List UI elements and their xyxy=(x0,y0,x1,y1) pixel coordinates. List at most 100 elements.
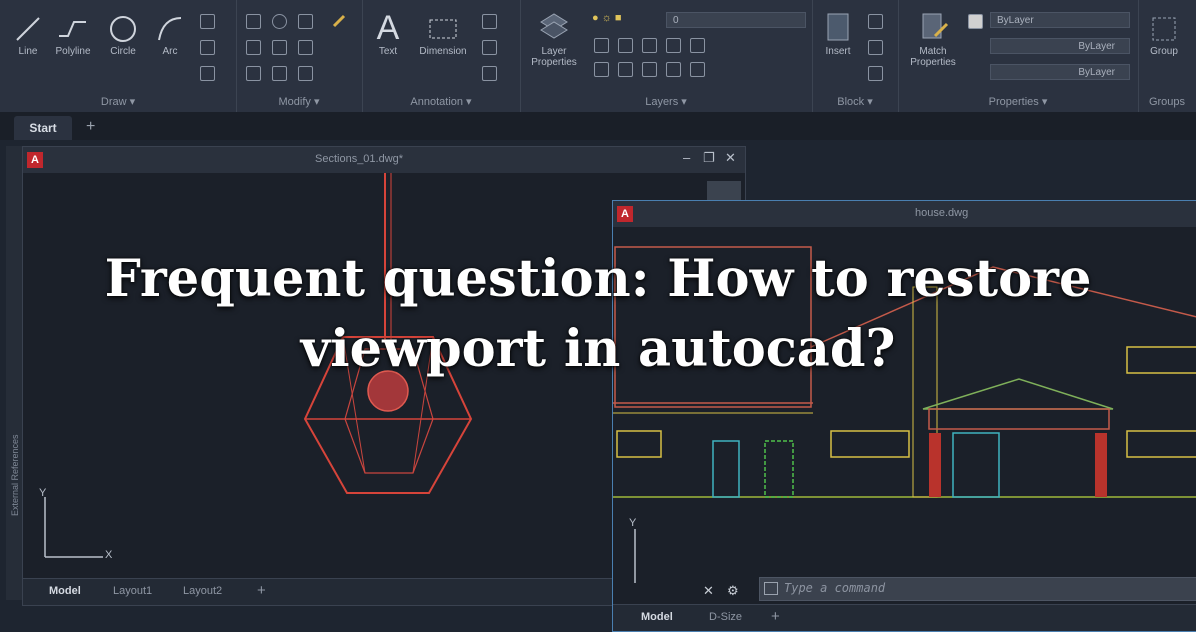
group-icon xyxy=(1152,17,1176,41)
scale-icon[interactable] xyxy=(272,66,287,81)
block-panel: Insert Block ▾ xyxy=(812,0,899,112)
match-properties-tool[interactable]: Match Properties xyxy=(902,10,964,68)
add-layout-button-2[interactable]: + xyxy=(771,608,780,625)
layer-properties-label: Layer Properties xyxy=(531,46,577,68)
insert-tool[interactable]: Insert xyxy=(816,10,860,57)
markup-icon[interactable] xyxy=(482,66,497,81)
move-icon[interactable] xyxy=(246,14,261,29)
hatch-icon[interactable] xyxy=(200,14,215,29)
line-tool[interactable]: Line xyxy=(12,14,44,57)
layer-thaw-icon[interactable] xyxy=(618,62,633,77)
ribbon: Line Polyline Circle Arc Draw ▾ Modify ▾… xyxy=(0,0,1196,113)
tab-d-size[interactable]: D-Size xyxy=(709,611,742,623)
tab-start[interactable]: Start xyxy=(14,116,72,140)
dimension-tool[interactable]: Dimension xyxy=(412,14,474,57)
layer-freeze-icon[interactable] xyxy=(642,38,657,53)
minimize-icon[interactable]: – xyxy=(683,150,690,165)
layer-unlock-icon[interactable] xyxy=(642,62,657,77)
dimension-label: Dimension xyxy=(419,46,467,57)
ucs-icon: Y X xyxy=(33,487,123,567)
circle-tool[interactable]: Circle xyxy=(104,14,142,57)
mirror-icon[interactable] xyxy=(272,40,287,55)
layer-unisolate-icon[interactable] xyxy=(594,62,609,77)
properties-panel-title[interactable]: Properties ▾ xyxy=(898,95,1138,108)
layer-properties-tool[interactable]: Layer Properties xyxy=(526,10,582,68)
line-label: Line xyxy=(18,46,38,57)
color-dropdown[interactable]: ByLayer xyxy=(990,12,1130,28)
annotation-panel-title[interactable]: Annotation ▾ xyxy=(362,95,520,108)
insert-block-icon xyxy=(827,13,849,41)
command-prompt-icon xyxy=(764,582,778,595)
text-label: Text xyxy=(378,46,398,57)
groups-panel-title[interactable]: Groups xyxy=(1138,96,1196,108)
tab-layout2[interactable]: Layout2 xyxy=(183,585,222,597)
color-dropdown-value: ByLayer xyxy=(997,15,1034,26)
add-layout-button[interactable]: + xyxy=(257,582,266,599)
new-tab-button[interactable]: + xyxy=(86,118,95,136)
command-line[interactable]: Type a command xyxy=(759,577,1196,601)
window1-titlebar[interactable]: A Sections_01.dwg* – ❐ ✕ xyxy=(23,147,745,173)
trim-icon[interactable] xyxy=(298,14,313,29)
stretch-icon[interactable] xyxy=(246,66,261,81)
command-close-icon[interactable]: ✕ xyxy=(703,583,714,599)
arc-tool[interactable]: Arc xyxy=(150,14,190,57)
text-tool[interactable]: A Text xyxy=(368,10,408,57)
tab-model[interactable]: Model xyxy=(49,585,81,597)
layers-panel-title[interactable]: Layers ▾ xyxy=(520,95,812,108)
draw-panel: Line Polyline Circle Arc Draw ▾ xyxy=(0,0,237,112)
layer-state-icons[interactable]: ● ☼ ■ xyxy=(592,12,621,24)
command-settings-icon[interactable]: ⚙ xyxy=(727,583,739,599)
table-icon[interactable] xyxy=(482,40,497,55)
polyline-icon xyxy=(59,21,86,37)
color-swatch-icon xyxy=(968,14,983,29)
polyline-tool[interactable]: Polyline xyxy=(50,14,96,57)
restore-icon[interactable]: ❐ xyxy=(703,150,715,166)
tab-layout1[interactable]: Layout1 xyxy=(113,585,152,597)
headline: Frequent question: How to restore viewpo… xyxy=(0,244,1196,384)
edit-block-icon[interactable] xyxy=(868,40,883,55)
ucs-icon-2: Y xyxy=(623,513,683,589)
lineweight-dropdown[interactable]: ByLayer xyxy=(990,38,1130,54)
rotate-icon[interactable] xyxy=(272,14,287,29)
block-panel-title[interactable]: Block ▾ xyxy=(812,95,898,108)
linetype-dropdown-value: ByLayer xyxy=(1078,67,1115,78)
insert-label: Insert xyxy=(825,46,851,57)
linetype-dropdown[interactable]: ByLayer xyxy=(990,64,1130,80)
layers-panel: Layer Properties ● ☼ ■ 0 Layers ▾ xyxy=(520,0,813,112)
properties-panel: Match Properties ByLayer ByLayer ByLayer… xyxy=(898,0,1139,112)
group-label: Group xyxy=(1150,46,1178,57)
layer-dropdown[interactable]: 0 xyxy=(666,12,806,28)
layer-isolate-icon[interactable] xyxy=(618,38,633,53)
erase-icon[interactable] xyxy=(332,14,346,28)
window2-title: house.dwg xyxy=(915,207,969,219)
layer-match-icon[interactable] xyxy=(690,38,705,53)
layer-lock-icon[interactable] xyxy=(666,38,681,53)
close-icon[interactable]: ✕ xyxy=(725,150,736,166)
ucs-y-label-2: Y xyxy=(629,517,637,529)
layer-off-icon[interactable] xyxy=(594,38,609,53)
layer-walk-icon[interactable] xyxy=(690,62,705,77)
array-icon[interactable] xyxy=(298,66,313,81)
command-input[interactable]: Type a command xyxy=(784,581,885,595)
layer-copy-icon[interactable] xyxy=(666,62,681,77)
group-tool[interactable]: Group xyxy=(1142,14,1186,57)
pencil-icon xyxy=(332,14,346,28)
groups-panel: Group Groups xyxy=(1138,0,1196,112)
copy-icon[interactable] xyxy=(246,40,261,55)
fillet-icon[interactable] xyxy=(298,40,313,55)
tab-model-2[interactable]: Model xyxy=(641,611,673,623)
arc-label: Arc xyxy=(162,46,178,57)
create-block-icon[interactable] xyxy=(868,14,883,29)
draw-panel-title[interactable]: Draw ▾ xyxy=(0,95,236,108)
window2-titlebar[interactable]: A house.dwg xyxy=(613,201,1196,227)
ucs-x-label: X xyxy=(105,549,113,561)
window1-title: Sections_01.dwg* xyxy=(315,153,404,165)
text-a-icon: A xyxy=(376,9,400,47)
gradient-icon[interactable] xyxy=(200,66,215,81)
layer-tools-grid xyxy=(594,38,714,82)
rectangle-icon[interactable] xyxy=(200,40,215,55)
modify-panel-title[interactable]: Modify ▾ xyxy=(236,95,362,108)
match-properties-label: Match Properties xyxy=(910,46,956,68)
leader-icon[interactable] xyxy=(482,14,497,29)
attribute-icon[interactable] xyxy=(868,66,883,81)
